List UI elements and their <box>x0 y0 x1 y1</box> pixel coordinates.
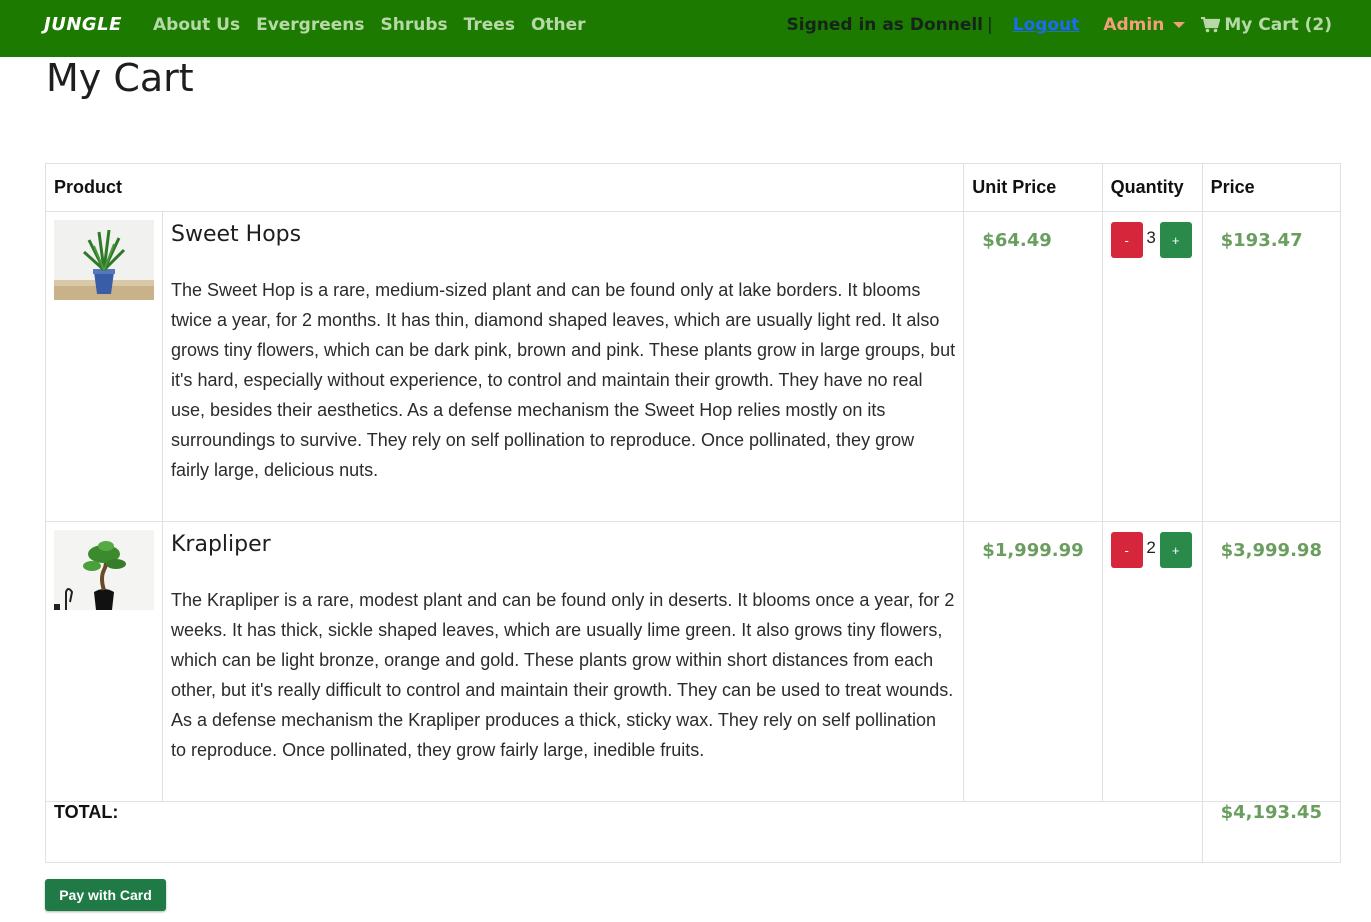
header-quantity: Quantity <box>1101 163 1203 212</box>
nav-links: About Us Evergreens Shrubs Trees Other <box>153 15 586 35</box>
line-price: $193.47 <box>1201 211 1342 522</box>
my-cart-label: My Cart (2) <box>1224 15 1332 35</box>
shopping-cart-icon <box>1201 17 1221 33</box>
product-description: The Krapliper is a rare, modest plant an… <box>171 590 955 760</box>
total-label: TOTAL: <box>45 801 1203 863</box>
nav-link-shrubs[interactable]: Shrubs <box>381 15 448 35</box>
header-unit-price: Unit Price <box>963 163 1103 212</box>
chevron-down-icon <box>1173 22 1186 28</box>
product-name[interactable]: Sweet Hops <box>171 220 955 247</box>
product-details-cell: Krapliper The Krapliper is a rare, modes… <box>161 521 965 802</box>
signed-in-text: Signed in as Donnell <box>786 15 984 35</box>
product-description: The Sweet Hop is a rare, medium-sized pl… <box>171 280 956 480</box>
unit-price: $1,999.99 <box>963 521 1103 802</box>
nav-link-evergreens[interactable]: Evergreens <box>256 15 364 35</box>
quantity-cell: - 2 + <box>1101 521 1203 802</box>
nav-link-other[interactable]: Other <box>531 15 586 35</box>
product-name[interactable]: Krapliper <box>171 530 955 557</box>
page-title: My Cart <box>46 56 194 100</box>
admin-label: Admin <box>1103 15 1165 35</box>
decrease-quantity-button[interactable]: - <box>1110 222 1143 258</box>
top-navbar: JUNGLE About Us Evergreens Shrubs Trees … <box>0 0 1371 57</box>
quantity-stepper: - 2 + <box>1110 532 1194 568</box>
decrease-quantity-button[interactable]: - <box>1110 532 1143 568</box>
product-details-cell: Sweet Hops The Sweet Hop is a rare, medi… <box>161 211 965 522</box>
quantity-stepper: - 3 + <box>1110 222 1194 258</box>
table-row: Krapliper The Krapliper is a rare, modes… <box>45 521 1342 802</box>
total-value: $4,193.45 <box>1201 801 1342 863</box>
nav-separator: | <box>987 15 993 35</box>
table-row: Sweet Hops The Sweet Hop is a rare, medi… <box>45 211 1342 522</box>
quantity-cell: - 3 + <box>1101 211 1203 522</box>
my-cart-link[interactable]: My Cart (2) <box>1201 15 1332 35</box>
increase-quantity-button[interactable]: + <box>1159 532 1192 568</box>
quantity-value: 3 <box>1146 228 1156 247</box>
product-image-cell <box>45 521 163 802</box>
product-image-sweet-hops[interactable] <box>54 220 154 300</box>
unit-price: $64.49 <box>963 211 1103 522</box>
product-image-cell <box>45 211 163 522</box>
admin-dropdown[interactable]: Admin <box>1103 15 1186 35</box>
product-image-krapliper[interactable] <box>54 530 154 610</box>
increase-quantity-button[interactable]: + <box>1159 222 1192 258</box>
nav-link-trees[interactable]: Trees <box>464 15 515 35</box>
line-price: $3,999.98 <box>1201 521 1342 802</box>
header-product: Product <box>44 163 965 212</box>
logout-link[interactable]: Logout <box>1013 15 1080 35</box>
quantity-value: 2 <box>1146 538 1156 557</box>
header-price: Price <box>1201 163 1342 212</box>
cart-table: Product Unit Price Quantity Price Sweet … <box>44 163 1342 863</box>
pay-with-card-button[interactable]: Pay with Card <box>45 879 166 911</box>
table-header-row: Product Unit Price Quantity Price <box>44 163 1342 212</box>
brand-logo[interactable]: JUNGLE <box>44 14 122 35</box>
nav-user-area: Signed in as Donnell | Logout Admin My C… <box>787 15 1332 35</box>
total-row: TOTAL: $4,193.45 <box>45 801 1342 863</box>
nav-link-about-us[interactable]: About Us <box>153 15 240 35</box>
